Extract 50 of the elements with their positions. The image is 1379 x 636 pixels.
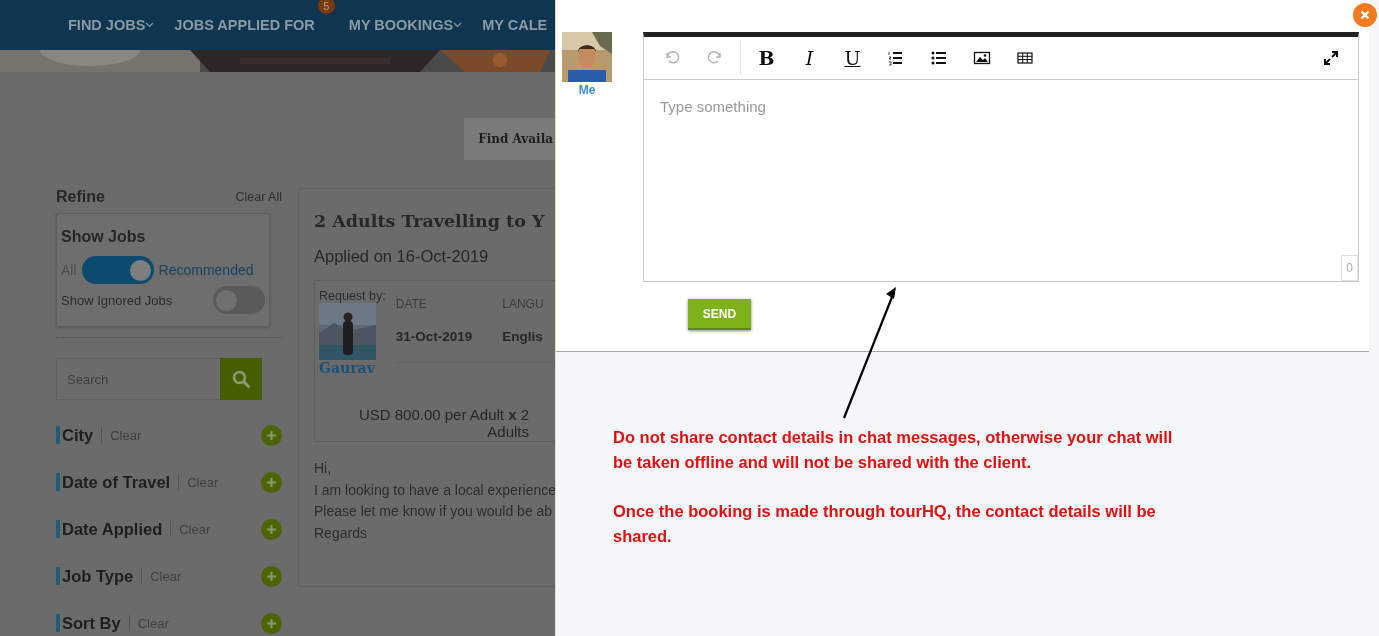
- filter-heading: Sort By: [62, 613, 121, 633]
- italic-button[interactable]: I: [788, 43, 831, 73]
- message-line: Please let me know if you would be ab: [314, 502, 554, 521]
- filter-heading: Date of Travel: [62, 472, 171, 492]
- clear-all-link[interactable]: Clear All: [235, 190, 282, 204]
- add-icon[interactable]: [261, 565, 282, 587]
- message-editor[interactable]: B I U Type something 0: [643, 32, 1359, 282]
- caret-icon: [145, 22, 155, 28]
- job-title: 2 Adults Travelling to Y: [314, 211, 546, 231]
- expand-icon[interactable]: [1321, 49, 1340, 67]
- add-icon[interactable]: [261, 471, 282, 493]
- add-icon[interactable]: [261, 518, 282, 540]
- filter-heading: City: [62, 425, 94, 445]
- toggle-label: Recommended: [158, 262, 254, 278]
- sender-name: Me: [578, 83, 596, 97]
- close-icon: [1360, 10, 1370, 20]
- filter-heading: Job Type: [62, 566, 134, 586]
- warning-text: Once the booking is made through tourHQ, the contact details will be shared.: [613, 501, 1157, 547]
- applied-date: Applied on 16-Oct-2019: [314, 247, 490, 266]
- bold-button[interactable]: B: [745, 43, 788, 73]
- message-line: Regards: [314, 523, 368, 543]
- nav-item[interactable]: MY BOOKINGS: [348, 17, 463, 33]
- character-count: 0: [1341, 255, 1358, 281]
- add-icon[interactable]: [261, 612, 282, 634]
- find-availability-button[interactable]: Find Availa: [464, 118, 555, 160]
- table-icon[interactable]: [1015, 49, 1034, 67]
- recommended-toggle[interactable]: [81, 256, 154, 284]
- caret-icon: [453, 22, 463, 28]
- search-button[interactable]: [220, 358, 262, 400]
- column-value: Englis: [502, 329, 544, 344]
- nav-item[interactable]: FIND JOBS: [68, 17, 155, 33]
- bullet-list-icon[interactable]: [929, 49, 948, 67]
- search-icon: [232, 370, 250, 388]
- close-button[interactable]: [1353, 3, 1377, 27]
- filter-heading: Date Applied: [62, 519, 163, 539]
- toggle-label: Show Ignored Jobs: [61, 292, 173, 308]
- send-button[interactable]: SEND: [688, 299, 751, 330]
- price-text: USD 800.00 per Adult x 2 Adults: [357, 406, 529, 440]
- image-icon[interactable]: [972, 49, 991, 67]
- add-icon[interactable]: [261, 424, 282, 446]
- request-by-label: Request by:: [319, 289, 386, 303]
- underline-button[interactable]: U: [831, 43, 874, 73]
- column-value: 31-Oct-2019: [395, 329, 473, 344]
- notification-badge: 5: [317, 0, 335, 14]
- warning-text: Do not share contact details in chat messages, otherwise your chat will be taken offline and will not be shared with the client.: [613, 427, 1174, 473]
- message-line: Hi,: [314, 459, 333, 478]
- refine-heading: Refine: [56, 188, 105, 206]
- numbered-list-icon[interactable]: [886, 49, 905, 67]
- show-jobs-heading: Show Jobs: [61, 228, 147, 246]
- nav-item[interactable]: MY CALE: [482, 17, 548, 33]
